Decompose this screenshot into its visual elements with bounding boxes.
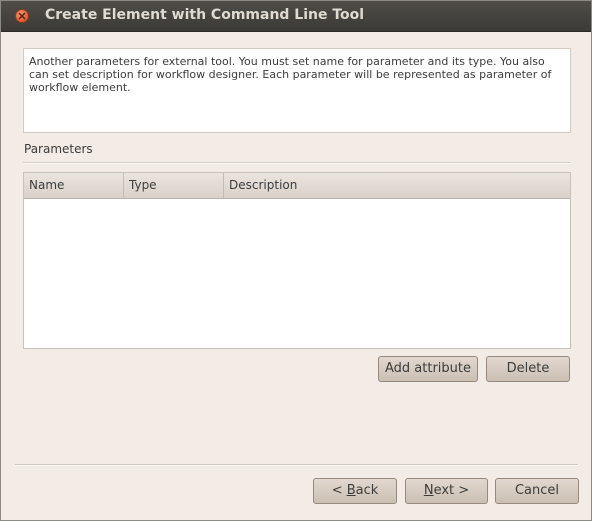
next-button-rest: ext > <box>433 483 470 498</box>
close-icon[interactable] <box>15 9 29 23</box>
table-body[interactable] <box>24 199 570 349</box>
title-bar[interactable]: Create Element with Command Line Tool <box>1 1 591 32</box>
back-button-rest: ack <box>355 483 379 498</box>
column-header-description[interactable]: Description <box>224 173 570 198</box>
dialog-window: Create Element with Command Line Tool An… <box>0 0 592 521</box>
back-button[interactable]: < Back <box>313 478 397 504</box>
column-header-type[interactable]: Type <box>124 173 224 198</box>
next-button[interactable]: Next > <box>405 478 488 504</box>
column-header-name[interactable]: Name <box>24 173 124 198</box>
description-text: Another parameters for external tool. Yo… <box>23 48 571 133</box>
delete-button[interactable]: Delete <box>486 356 570 382</box>
cancel-button[interactable]: Cancel <box>495 478 579 504</box>
back-button-prefix: < <box>331 483 347 498</box>
table-header: Name Type Description <box>24 173 570 199</box>
window-title: Create Element with Command Line Tool <box>45 7 365 23</box>
footer-separator <box>15 464 578 466</box>
add-attribute-button[interactable]: Add attribute <box>378 356 478 382</box>
parameters-group-label: Parameters <box>24 142 93 156</box>
next-button-mnemonic: N <box>423 483 434 498</box>
parameters-table[interactable]: Name Type Description <box>23 172 571 349</box>
back-button-mnemonic: B <box>346 483 356 498</box>
close-x-glyph <box>18 12 26 20</box>
parameters-separator <box>23 162 571 164</box>
